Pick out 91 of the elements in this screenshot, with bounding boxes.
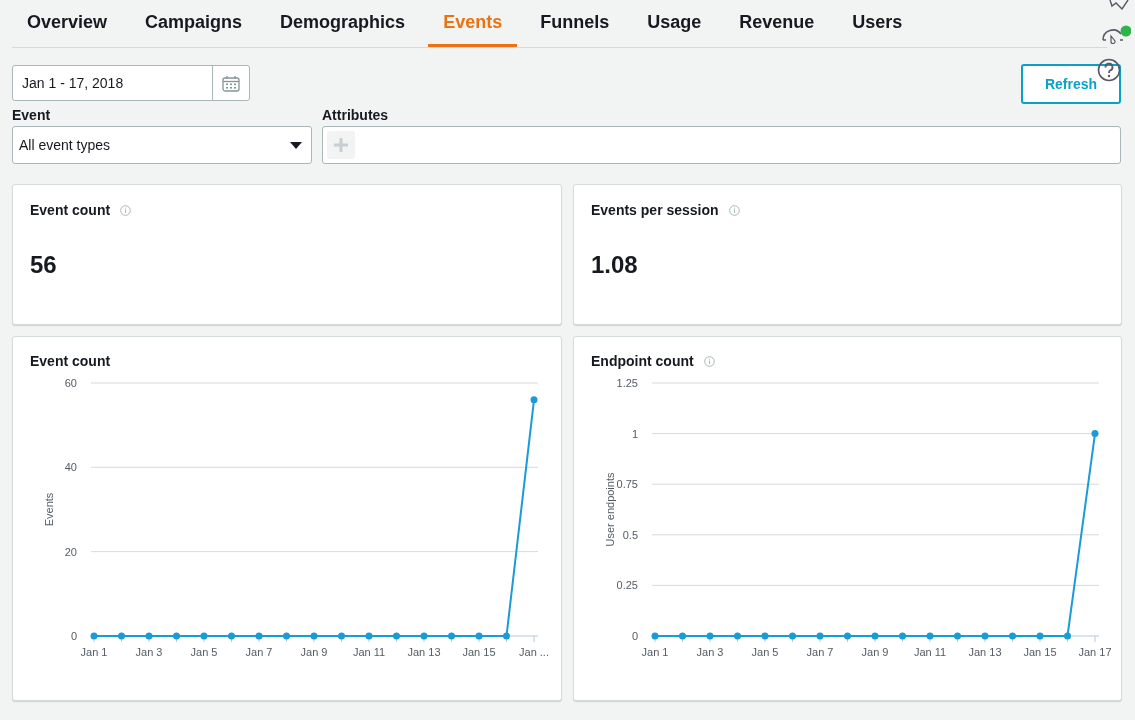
plus-icon <box>334 138 348 152</box>
tab[interactable]: Demographics <box>265 0 421 47</box>
x-tick-label: Jan 1 <box>641 646 669 658</box>
y-tick-label: 0 <box>631 630 638 642</box>
data-point <box>475 632 483 640</box>
x-tick-label: Jan 11 <box>352 646 386 658</box>
metric-value: 56 <box>29 250 57 279</box>
data-point <box>420 632 428 640</box>
y-tick-label: 0.25 <box>616 579 638 592</box>
data-point <box>310 632 318 640</box>
x-tick-label: Jan 5 <box>190 646 218 658</box>
y-tick-label: 0 <box>70 630 77 642</box>
data-point <box>448 632 455 640</box>
x-tick-label: Jan 5 <box>751 646 779 658</box>
data-point <box>173 632 180 640</box>
tab[interactable]: Revenue <box>724 0 830 47</box>
x-tick-label: Jan 13 <box>968 646 1002 658</box>
x-tick-label: Jan 15 <box>462 646 496 658</box>
data-point <box>844 632 851 640</box>
data-point <box>816 632 824 640</box>
data-point <box>1036 632 1044 640</box>
data-point <box>228 632 235 640</box>
gauge-icon[interactable] <box>1101 24 1131 44</box>
data-point <box>1009 632 1016 640</box>
tab[interactable]: Usage <box>632 0 717 47</box>
data-point <box>871 632 879 640</box>
data-point <box>926 632 934 640</box>
x-tick-label: Jan 11 <box>913 646 947 658</box>
y-tick-label: 40 <box>64 461 77 474</box>
data-point <box>530 396 538 404</box>
x-tick-label: Jan 7 <box>806 646 834 658</box>
y-tick-label: 1 <box>631 427 638 440</box>
data-point <box>365 632 373 640</box>
data-point <box>283 632 290 640</box>
x-tick-label: Jan 13 <box>407 646 441 658</box>
metric-value: 1.08 <box>590 250 638 279</box>
tab[interactable]: Overview <box>12 0 123 47</box>
info-icon[interactable] <box>728 204 740 216</box>
data-point <box>338 632 345 640</box>
y-axis-title: Events <box>43 492 55 527</box>
data-point <box>393 632 400 640</box>
data-point <box>255 632 263 640</box>
event-dropdown[interactable]: All event types <box>12 126 312 164</box>
field-label: Attributes <box>322 107 390 125</box>
y-tick-label: 60 <box>64 377 77 389</box>
data-point <box>734 632 741 640</box>
card-title: Event count <box>30 202 111 218</box>
data-point <box>954 632 961 640</box>
x-tick-label: Jan 3 <box>135 646 163 658</box>
y-tick-label: 1.25 <box>616 377 638 389</box>
x-tick-label: Jan 7 <box>245 646 273 658</box>
y-axis-title: User endpoints <box>604 472 616 547</box>
data-point <box>899 632 906 640</box>
card-title: Events per session <box>591 202 719 218</box>
data-point <box>145 632 153 640</box>
calendar-icon[interactable] <box>222 74 240 92</box>
x-tick-label: Jan 9 <box>300 646 328 658</box>
x-tick-label: Jan 15 <box>1023 646 1057 658</box>
data-point <box>503 632 510 640</box>
data-point <box>706 632 714 640</box>
field-label: Event <box>12 107 52 125</box>
x-tick-label: Jan ... <box>519 646 549 658</box>
info-icon[interactable] <box>703 355 715 367</box>
data-point <box>200 632 208 640</box>
data-point <box>789 632 796 640</box>
tab[interactable]: Funnels <box>525 0 625 47</box>
card-title: Event count <box>30 353 111 369</box>
data-point <box>761 632 769 640</box>
help-icon[interactable] <box>1097 58 1121 82</box>
card-title: Endpoint count <box>591 353 694 369</box>
y-tick-label: 0.5 <box>622 528 638 541</box>
data-point <box>1064 632 1071 640</box>
add-button[interactable] <box>327 131 355 159</box>
x-tick-label: Jan 9 <box>861 646 889 658</box>
data-point <box>1091 430 1099 438</box>
date-range-field[interactable]: Jan 1 - 17, 2018 <box>12 65 250 101</box>
caret-icon <box>290 141 302 149</box>
data-point <box>679 632 686 640</box>
data-point <box>90 632 98 640</box>
info-icon[interactable] <box>120 204 132 216</box>
y-tick-label: 0.75 <box>616 478 638 491</box>
data-point <box>118 632 125 640</box>
data-point <box>651 632 659 640</box>
x-tick-label: Jan 17 <box>1078 646 1112 658</box>
attributes-field[interactable] <box>322 126 1121 164</box>
tab[interactable]: Campaigns <box>130 0 258 47</box>
tab[interactable]: Users <box>837 0 918 47</box>
x-tick-label: Jan 1 <box>80 646 108 658</box>
y-tick-label: 20 <box>64 545 77 558</box>
data-point <box>981 632 989 640</box>
x-tick-label: Jan 3 <box>696 646 724 658</box>
